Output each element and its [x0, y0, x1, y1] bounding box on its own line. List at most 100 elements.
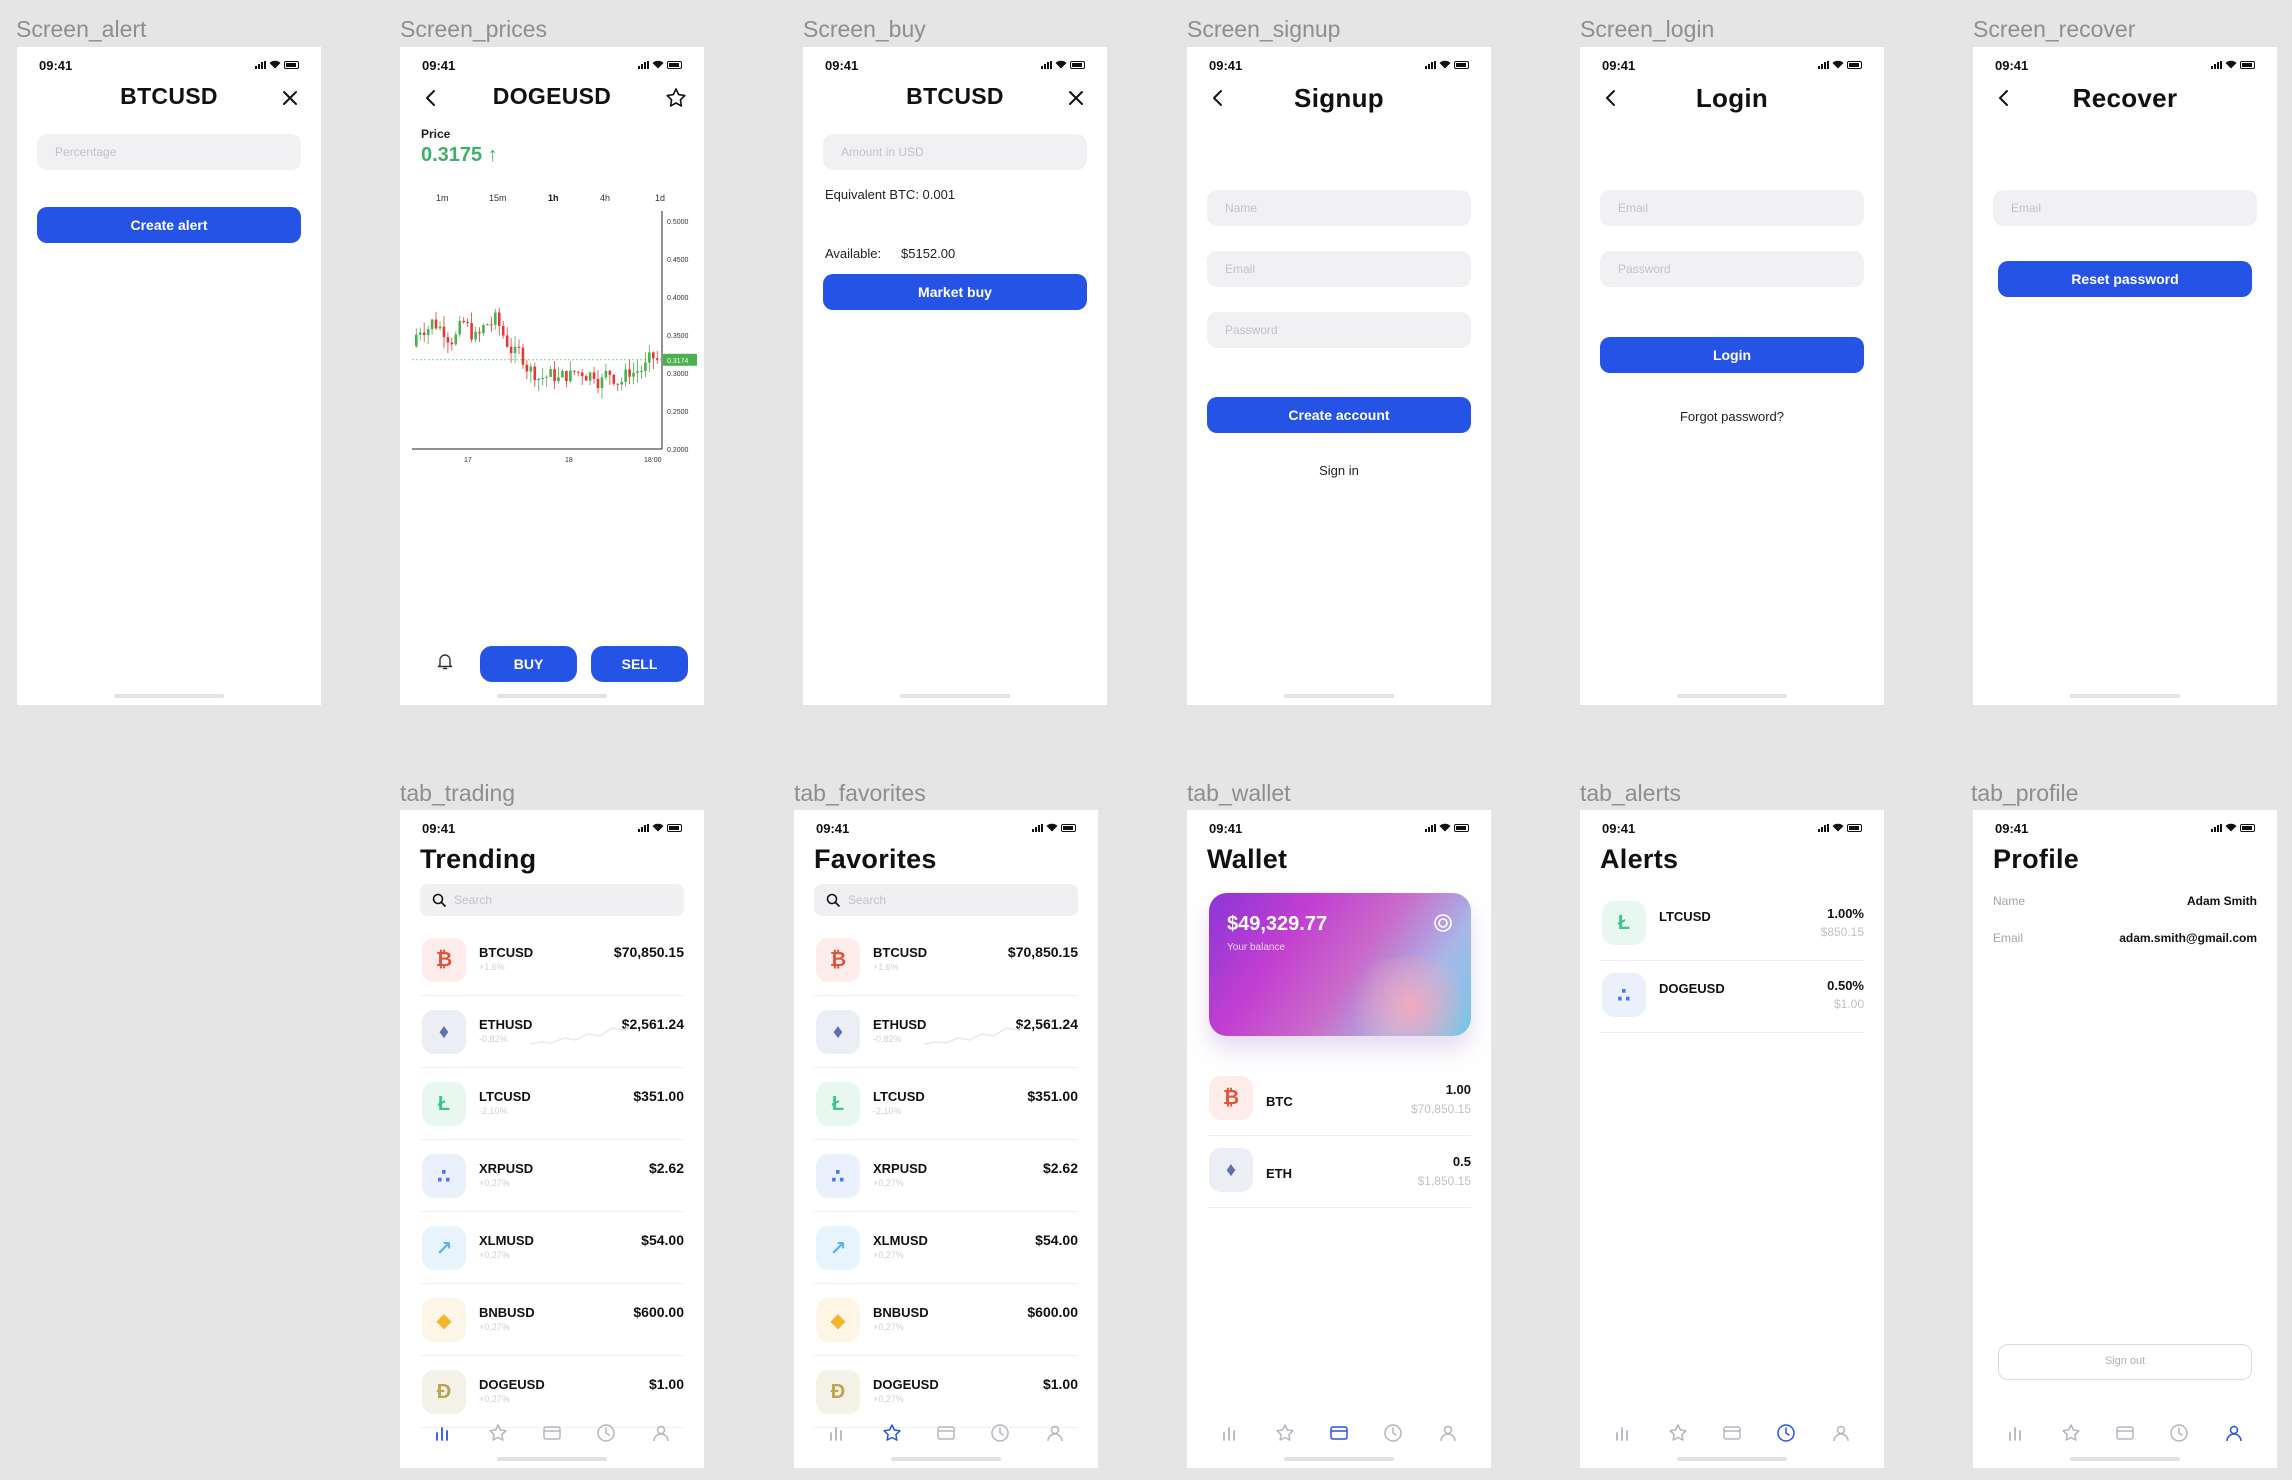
name-input[interactable]: Name: [1207, 190, 1471, 226]
coin-row[interactable]: Ł LTCUSD -2,10% $351.00: [814, 1068, 1078, 1140]
sign-out-button[interactable]: Sign out: [1998, 1344, 2252, 1380]
coin-name: XRPUSD: [479, 1161, 534, 1176]
close-icon[interactable]: [1065, 87, 1087, 109]
coin-row[interactable]: ◆ BNBUSD +0,27% $600.00: [420, 1284, 684, 1356]
market-buy-button[interactable]: Market buy: [823, 274, 1087, 310]
reset-password-button[interactable]: Reset password: [1998, 261, 2252, 297]
password-input[interactable]: Password: [1600, 251, 1864, 287]
search-input[interactable]: Search: [420, 884, 684, 916]
candle-body: [576, 371, 580, 373]
y-tick-label: 0.4000: [667, 295, 689, 302]
user-tab-icon[interactable]: [1830, 1422, 1852, 1444]
timeframe-1h[interactable]: 1h: [548, 193, 559, 203]
star-tab-icon[interactable]: [1274, 1422, 1296, 1444]
status-time: 09:41: [1995, 821, 2029, 836]
chart-tab-icon[interactable]: [1219, 1422, 1241, 1444]
star-tab-icon[interactable]: [1667, 1422, 1689, 1444]
password-input[interactable]: Password: [1207, 312, 1471, 348]
coin-row[interactable]: ∴ XRPUSD +0,27% $2.62: [420, 1140, 684, 1212]
litecoin-icon: Ł: [1602, 901, 1646, 945]
amount-input[interactable]: Amount in USD: [823, 134, 1087, 170]
wifi-icon: [1439, 823, 1451, 832]
card-tab-icon[interactable]: [2114, 1422, 2136, 1444]
user-tab-icon[interactable]: [650, 1422, 672, 1444]
email-input[interactable]: Email: [1600, 190, 1864, 226]
user-tab-icon[interactable]: [2223, 1422, 2245, 1444]
login-button[interactable]: Login: [1600, 337, 1864, 373]
status-time: 09:41: [422, 58, 456, 73]
balance-card[interactable]: $49,329.77 Your balance: [1209, 893, 1471, 1036]
coin-row[interactable]: ◆ BNBUSD +0,27% $600.00: [814, 1284, 1078, 1356]
create-alert-button[interactable]: Create alert: [37, 207, 301, 243]
coin-price: $1.00: [648, 1376, 684, 1392]
percentage-input[interactable]: Percentage: [37, 134, 301, 170]
star-tab-icon[interactable]: [487, 1422, 509, 1444]
candle-body: [624, 369, 627, 382]
clock-tab-icon[interactable]: [1775, 1422, 1797, 1444]
sell-button[interactable]: SELL: [591, 646, 688, 682]
chart-tab-icon[interactable]: [1612, 1422, 1634, 1444]
coin-row[interactable]: ♦ ETHUSD -0,82% $2,561.24: [814, 996, 1078, 1068]
clock-tab-icon[interactable]: [595, 1422, 617, 1444]
coin-row[interactable]: ∴ XRPUSD +0,27% $2.62: [814, 1140, 1078, 1212]
home-indicator: [497, 694, 607, 698]
candlestick-chart[interactable]: 0.5000 0.4500 0.4000 0.3500 0.3000 0.2500 0.20…: [412, 211, 702, 471]
forgot-password-link[interactable]: Forgot password?: [1580, 409, 1884, 424]
status-bar: 09:41: [39, 58, 299, 74]
home-indicator: [891, 1457, 1001, 1461]
signal-icon: [2211, 60, 2222, 69]
clock-tab-icon[interactable]: [2168, 1422, 2190, 1444]
coin-row[interactable]: ♦ ETHUSD -0,82% $2,561.24: [420, 996, 684, 1068]
chart-tab-icon[interactable]: [826, 1422, 848, 1444]
clock-tab-icon[interactable]: [1382, 1422, 1404, 1444]
alert-row[interactable]: Ł LTCUSD 1.00% $850.15: [1600, 889, 1864, 961]
buy-button[interactable]: BUY: [480, 646, 577, 682]
coin-row[interactable]: ↗ XLMUSD +0,27% $54.00: [814, 1212, 1078, 1284]
candle-body: [458, 320, 462, 335]
card-tab-icon[interactable]: [935, 1422, 957, 1444]
tab-bar: [400, 1418, 704, 1448]
frame-label-profile: tab_profile: [1971, 780, 2079, 806]
coin-row[interactable]: ₿ BTCUSD +1,6% $70,850.15: [420, 924, 684, 996]
clock-tab-icon[interactable]: [989, 1422, 1011, 1444]
coin-row[interactable]: Ł LTCUSD -2,10% $351.00: [420, 1068, 684, 1140]
balance-amount: $49,329.77: [1227, 913, 1328, 935]
chart-tab-icon[interactable]: [2005, 1422, 2027, 1444]
search-input[interactable]: Search: [814, 884, 1078, 916]
create-account-button[interactable]: Create account: [1207, 397, 1471, 433]
timeframe-15m[interactable]: 15m: [489, 193, 507, 203]
candle-body: [450, 342, 454, 345]
home-indicator: [1284, 694, 1394, 698]
chart-tab-icon[interactable]: [432, 1422, 454, 1444]
candle-body: [573, 370, 576, 372]
equivalent-btc-text: Equivalent BTC: 0.001: [825, 187, 956, 202]
user-tab-icon[interactable]: [1044, 1422, 1066, 1444]
timeframe-tabs: 1m 15m 1h 4h 1d: [420, 193, 674, 207]
email-input[interactable]: Email: [1993, 190, 2257, 226]
card-tab-icon[interactable]: [1328, 1422, 1350, 1444]
coin-row[interactable]: ₿ BTCUSD +1,6% $70,850.15: [814, 924, 1078, 996]
star-tab-icon[interactable]: [2060, 1422, 2082, 1444]
email-input[interactable]: Email: [1207, 251, 1471, 287]
close-icon[interactable]: [279, 87, 301, 109]
name-value: Adam Smith: [2186, 894, 2257, 908]
candle-body: [596, 378, 600, 389]
asset-row[interactable]: ♦ ETH 0.5 $1,850.15: [1207, 1136, 1471, 1208]
asset-row[interactable]: ₿ BTC 1.00 $70,850.15: [1207, 1064, 1471, 1136]
timeframe-1d[interactable]: 1d: [655, 193, 665, 203]
star-tab-icon[interactable]: [881, 1422, 903, 1444]
timeframe-1m[interactable]: 1m: [436, 193, 449, 203]
card-tab-icon[interactable]: [541, 1422, 563, 1444]
candle-body: [612, 374, 616, 384]
signal-icon: [1041, 60, 1052, 69]
screen-prices: 09:41 DOGEUSD Price 0.3175 ↑ 1m 15m 1h 4…: [400, 47, 704, 705]
timeframe-4h[interactable]: 4h: [600, 193, 610, 203]
sign-in-link[interactable]: Sign in: [1187, 463, 1491, 478]
user-tab-icon[interactable]: [1437, 1422, 1459, 1444]
star-icon[interactable]: [664, 86, 688, 110]
coin-row[interactable]: ↗ XLMUSD +0,27% $54.00: [420, 1212, 684, 1284]
alert-row[interactable]: ∴ DOGEUSD 0.50% $1.00: [1600, 961, 1864, 1033]
card-tab-icon[interactable]: [1721, 1422, 1743, 1444]
stellar-icon: ↗: [816, 1226, 860, 1270]
bell-icon[interactable]: [435, 651, 455, 671]
